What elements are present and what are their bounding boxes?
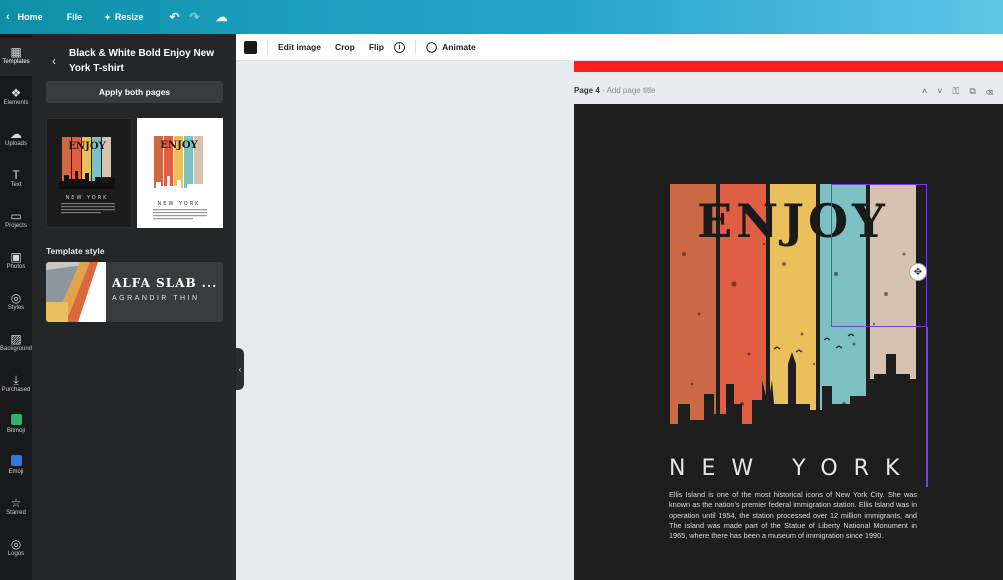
page-header: Page 4 - Add page title ˄˅⚿⧉⌫: [574, 86, 1003, 102]
rail-item-label: Uploads: [4, 141, 27, 147]
rail-item-label: Styles: [7, 305, 25, 311]
side-panel: ‹ Black & White Bold Enjoy New York T-sh…: [32, 34, 236, 580]
thumb-dark-city: NEW YORK: [66, 195, 109, 201]
thumbnail-light-art: ENJOY NEW YORK: [151, 136, 207, 220]
rail-item-label: Starred: [6, 510, 26, 516]
top-bar: ‹ Home File ✦ Resize ↶ ↷ ☁: [0, 0, 1003, 34]
color-swatch-button[interactable]: [244, 40, 257, 54]
palette-icon: ◎: [10, 291, 22, 305]
chevron-up-icon[interactable]: ˄: [922, 86, 937, 96]
page-label: Page 4: [574, 86, 600, 95]
photos-icon: ▣: [10, 250, 22, 264]
rail-item-uploads[interactable]: ☁ Uploads: [0, 120, 32, 158]
bitmoji-icon: [0, 414, 32, 428]
resize-button[interactable]: ✦ Resize: [104, 12, 143, 22]
home-button[interactable]: Home: [18, 12, 43, 22]
thumb-light-enjoy: ENJOY: [160, 140, 198, 151]
animate-label: Animate: [442, 42, 476, 52]
thumb-light-city: NEW YORK: [158, 201, 201, 207]
logos-icon: ◎: [10, 537, 22, 551]
template-thumbnail-light[interactable]: ENJOY NEW YORK: [137, 118, 223, 228]
rail-item-label: Background: [0, 346, 33, 352]
selection-guide: [926, 327, 928, 487]
toolbar-divider: [414, 39, 416, 55]
thumb-dark-enjoy: ENJOY: [68, 141, 106, 152]
rail-item-label: Text: [10, 182, 22, 188]
rail-item-starred[interactable]: ☆ Starred: [0, 489, 32, 527]
trash-icon[interactable]: ⌫: [986, 86, 1003, 96]
rail-item-photos[interactable]: ▣ Photos: [0, 243, 32, 281]
download-icon: ⤓: [13, 373, 19, 387]
template-title: Black & White Bold Enjoy New York T-shir…: [69, 48, 215, 74]
thumbnail-dark-art: ENJOY NEW YORK: [59, 137, 115, 214]
rail-item-label: Bitmoji: [6, 428, 25, 434]
move-handle-icon[interactable]: ✥: [909, 263, 927, 281]
rail-item-projects[interactable]: ▭ Projects: [0, 202, 32, 240]
back-arrow-icon[interactable]: ‹: [52, 54, 56, 68]
chevron-left-icon: ‹: [238, 364, 242, 374]
rail-item-label: Emoji: [8, 469, 24, 475]
collapse-panel-handle[interactable]: ‹: [236, 348, 244, 390]
rail-item-bitmoji[interactable]: Bitmoji: [0, 407, 32, 445]
left-rail: ▦ Templates ❖ Elements ☁ Uploads T Text ▭ Project…: [0, 34, 32, 580]
crop-button[interactable]: Crop: [335, 42, 355, 52]
rail-item-label: Projects: [5, 223, 27, 229]
animate-icon: ◯: [425, 41, 438, 53]
uploads-icon: ☁: [10, 127, 22, 141]
animate-button[interactable]: ◯ Animate: [426, 42, 476, 53]
chevron-down-icon[interactable]: ˅: [937, 86, 952, 96]
rail-item-label: Purchased: [1, 387, 31, 393]
text-icon: T: [12, 168, 20, 182]
selection-box[interactable]: [831, 184, 927, 327]
rail-item-emoji[interactable]: Emoji: [0, 448, 32, 486]
emoji-icon: [0, 455, 32, 469]
rail-item-elements[interactable]: ❖ Elements: [0, 79, 32, 117]
rail-item-label: Photos: [6, 264, 26, 270]
rail-item-label: Elements: [3, 100, 29, 106]
lock-icon[interactable]: ⚿: [953, 86, 970, 96]
background-icon: ▨: [10, 332, 22, 346]
new-york-text[interactable]: NEW YORK: [669, 456, 919, 481]
description-text[interactable]: Ellis Island is one of the most historic…: [669, 490, 917, 541]
design-page[interactable]: ENJOY ✥ NEW YORK Ellis Island is one of …: [574, 104, 1003, 580]
rail-item-templates[interactable]: ▦ Templates: [0, 38, 32, 76]
folder-icon: ▭: [10, 209, 22, 223]
resize-label: Resize: [114, 12, 144, 22]
rail-item-text[interactable]: T Text: [0, 161, 32, 199]
previous-page-bottom: [574, 61, 1003, 72]
template-style-card[interactable]: ALFA SLAB ... AGRANDIR THIN: [46, 262, 223, 322]
page-actions: ˄˅⚿⧉⌫: [922, 86, 1003, 97]
rail-item-styles[interactable]: ◎ Styles: [0, 284, 32, 322]
toolbar-divider: [267, 39, 268, 55]
template-thumbnail-dark[interactable]: ENJOY NEW YORK: [46, 118, 132, 228]
flip-button[interactable]: Flip: [369, 42, 384, 52]
template-style-label: Template style: [46, 246, 105, 256]
templates-icon: ▦: [10, 45, 22, 59]
undo-icon[interactable]: ↶: [169, 10, 179, 24]
edit-image-button[interactable]: Edit image: [278, 42, 321, 52]
chevron-left-icon[interactable]: ‹: [6, 11, 10, 23]
file-menu-button[interactable]: File: [67, 12, 83, 22]
add-page-title[interactable]: - Add page title: [600, 86, 655, 95]
rail-item-purchased[interactable]: ⤓ Purchased: [0, 366, 32, 404]
style-primary-font: ALFA SLAB ...: [112, 276, 218, 290]
elements-icon: ❖: [10, 86, 22, 100]
info-icon[interactable]: i: [393, 41, 405, 53]
cloud-save-icon[interactable]: ☁: [216, 10, 228, 24]
duplicate-icon[interactable]: ⧉: [969, 86, 985, 96]
rail-item-label: Logos: [7, 551, 25, 557]
apply-both-pages-button[interactable]: Apply both pages: [46, 81, 223, 103]
rail-item-label: Templates: [2, 59, 30, 65]
sparkle-icon: ✦: [104, 12, 111, 22]
style-color-swatch: [46, 262, 106, 322]
rail-item-logos[interactable]: ◎ Logos: [0, 530, 32, 568]
star-icon: ☆: [10, 496, 22, 510]
rail-item-background[interactable]: ▨ Background: [0, 325, 32, 363]
editor-toolbar: Edit image Crop Flip i ◯ Animate: [236, 34, 1003, 61]
redo-icon[interactable]: ↷: [190, 10, 200, 24]
style-secondary-font: AGRANDIR THIN: [112, 295, 200, 302]
